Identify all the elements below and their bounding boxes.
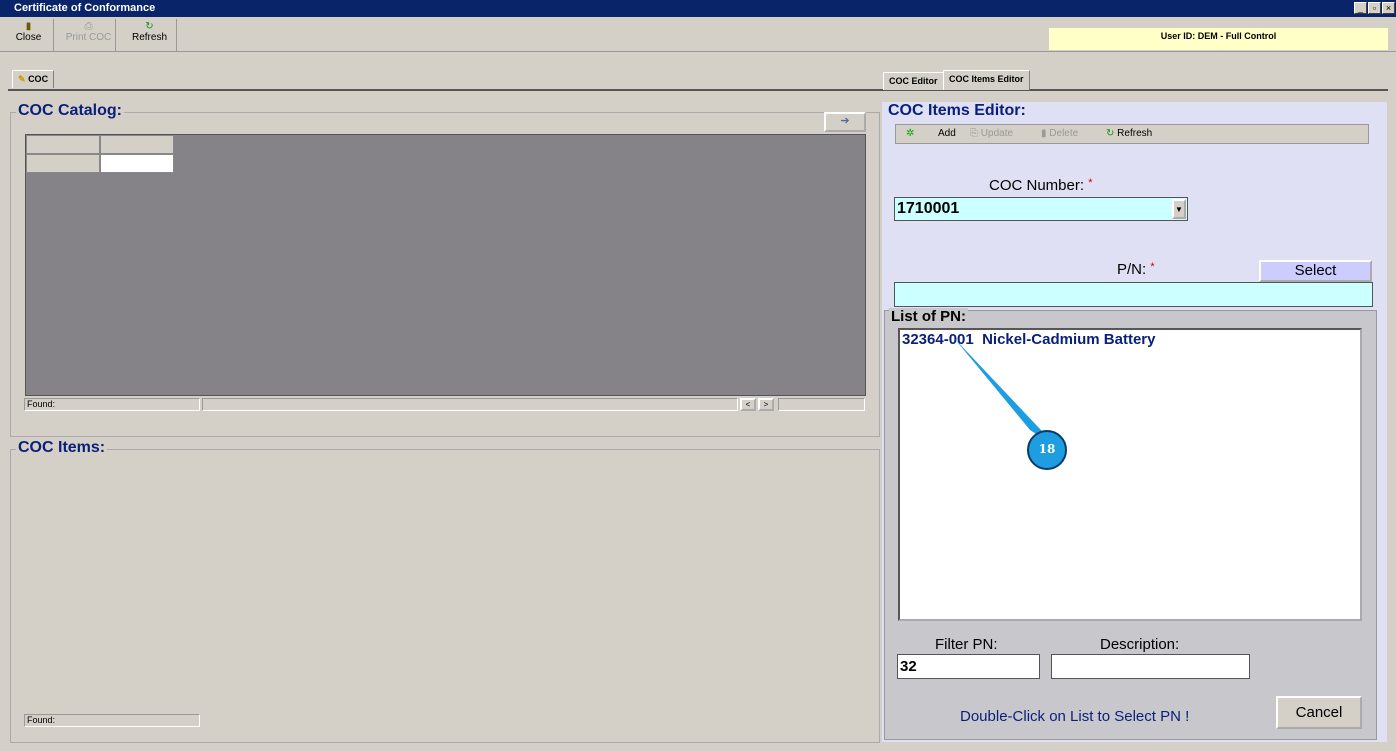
coc-number-select[interactable]: 1710001 ▼ bbox=[894, 197, 1188, 221]
exit-door-icon: ▮ bbox=[25, 21, 32, 32]
status-panel bbox=[202, 398, 738, 411]
window-title: Certificate of Conformance bbox=[14, 2, 156, 14]
scroll-left-button[interactable]: < bbox=[740, 398, 756, 411]
select-button[interactable]: Select bbox=[1259, 260, 1372, 282]
print-label: Print COC bbox=[65, 32, 112, 43]
close-button[interactable]: ▮ Close bbox=[4, 19, 54, 51]
grid-header-cell bbox=[26, 135, 100, 154]
arrow-right-icon: ➔ bbox=[840, 115, 850, 127]
pn-label: P/N: * bbox=[1117, 261, 1155, 278]
grid-cell[interactable] bbox=[100, 154, 174, 173]
add-bug-icon: ✲ bbox=[906, 128, 915, 139]
hint-text: Double-Click on List to Select PN ! bbox=[960, 708, 1190, 725]
items-found-status: Found: bbox=[24, 714, 200, 727]
update-label: Update bbox=[980, 128, 1014, 139]
pn-text: P/N: bbox=[1117, 261, 1147, 278]
tab-label: COC bbox=[28, 74, 49, 84]
pn-input[interactable] bbox=[894, 282, 1373, 307]
tab-line bbox=[8, 89, 1388, 91]
tab-coc-editor[interactable]: COC Editor bbox=[883, 72, 944, 90]
grid-header-cell bbox=[100, 135, 174, 154]
close-window-button[interactable]: × bbox=[1382, 2, 1395, 14]
description-input[interactable] bbox=[1051, 654, 1250, 679]
status-panel bbox=[778, 398, 865, 411]
coc-number-text: COC Number: bbox=[989, 177, 1085, 194]
cancel-button[interactable]: Cancel bbox=[1276, 696, 1362, 729]
restore-button[interactable]: ▫ bbox=[1368, 2, 1381, 14]
filter-pn-label: Filter PN: bbox=[935, 636, 998, 653]
coc-number-label: COC Number: * bbox=[989, 177, 1092, 194]
editor-title: COC Items Editor: bbox=[886, 102, 1028, 120]
pn-list-title: List of PN: bbox=[889, 308, 968, 325]
grid-row-header bbox=[26, 154, 100, 173]
printer-icon: ⎙ bbox=[84, 21, 93, 32]
update-icon: ⎘ bbox=[970, 128, 978, 139]
coc-number-value: 1710001 bbox=[897, 200, 960, 217]
required-asterisk: * bbox=[1088, 177, 1093, 189]
catalog-grid[interactable] bbox=[25, 134, 866, 396]
refresh-icon: ↻ bbox=[1106, 128, 1115, 139]
refresh-label: Refresh bbox=[131, 32, 167, 43]
items-group bbox=[10, 449, 880, 743]
title-bar: Certificate of Conformance bbox=[0, 0, 1396, 17]
update-button[interactable]: ⎘ Update bbox=[970, 128, 1013, 139]
annotation-callout bbox=[954, 338, 1067, 470]
scroll-right-button[interactable]: > bbox=[758, 398, 774, 411]
minimize-button[interactable]: _ bbox=[1354, 2, 1367, 14]
close-label: Close bbox=[15, 32, 42, 43]
arrow-right-button[interactable]: ➔ bbox=[824, 112, 866, 132]
editor-refresh-button[interactable]: ↻ Refresh bbox=[1106, 128, 1152, 139]
annotation-number: 18 bbox=[1038, 442, 1056, 456]
user-info: User ID: DEM - Full Control bbox=[1049, 28, 1388, 50]
delete-label: Delete bbox=[1049, 128, 1079, 139]
tab-coc-items-editor[interactable]: COC Items Editor bbox=[943, 70, 1030, 90]
tab-coc[interactable]: ✎ COC bbox=[12, 70, 55, 88]
description-label: Description: bbox=[1100, 636, 1180, 653]
editor-toolbar: ✲ Add ⎘ Update ▮ Delete ↻ Refresh bbox=[895, 124, 1369, 144]
delete-icon: ▮ bbox=[1041, 128, 1047, 139]
catalog-found-status: Found: bbox=[24, 398, 200, 411]
refresh-label: Refresh bbox=[1117, 128, 1153, 139]
items-title: COC Items: bbox=[16, 439, 108, 457]
required-asterisk: * bbox=[1150, 261, 1155, 273]
delete-button[interactable]: ▮ Delete bbox=[1041, 128, 1078, 139]
refresh-icon: ↻ bbox=[145, 21, 154, 32]
chevron-down-icon[interactable]: ▼ bbox=[1172, 199, 1186, 219]
notepad-icon: ✎ bbox=[18, 74, 26, 84]
refresh-button[interactable]: ↻ Refresh bbox=[123, 19, 177, 51]
filter-pn-input[interactable]: 32 bbox=[897, 654, 1040, 679]
print-coc-button[interactable]: ⎙ Print COC bbox=[62, 19, 116, 51]
catalog-title: COC Catalog: bbox=[16, 102, 124, 120]
divider bbox=[0, 51, 1396, 52]
add-button[interactable]: Add bbox=[938, 128, 956, 139]
